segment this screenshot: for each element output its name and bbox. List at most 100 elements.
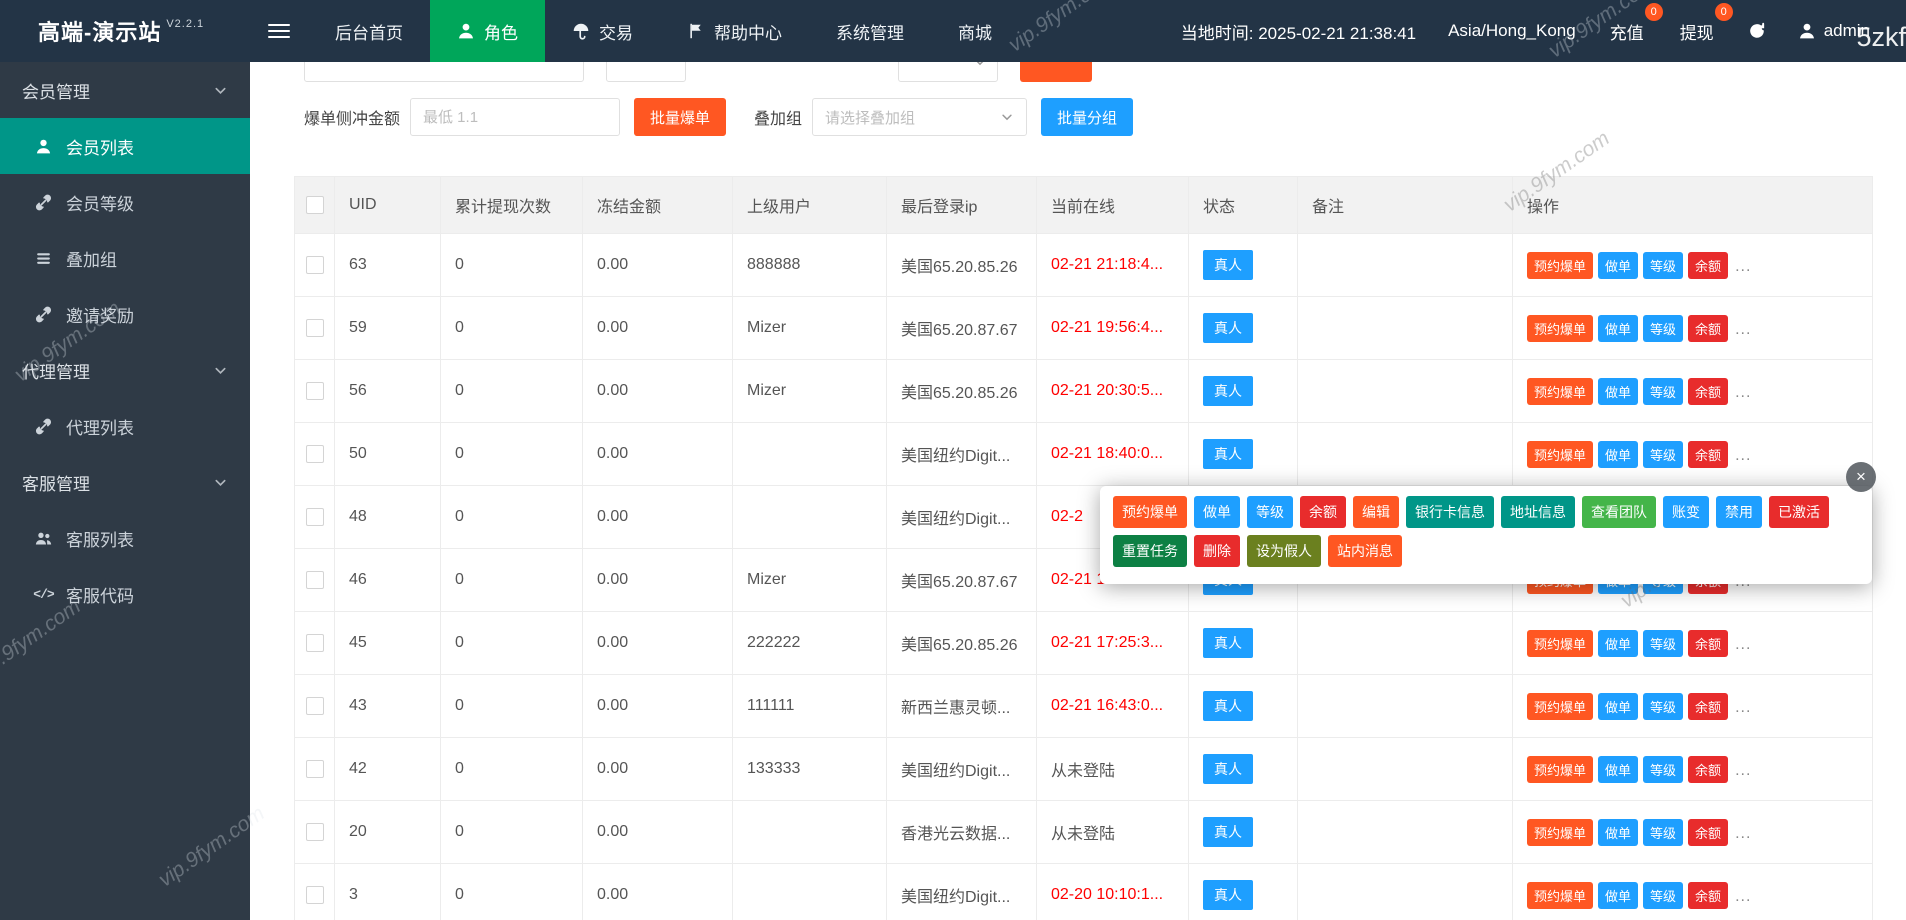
row-action-button[interactable]: 预约爆单	[1527, 693, 1593, 720]
row-action-button[interactable]: 预约爆单	[1527, 819, 1593, 846]
row-checkbox[interactable]	[306, 697, 324, 715]
top-filter-input-1[interactable]	[304, 62, 584, 82]
select-all-checkbox[interactable]	[306, 196, 324, 214]
row-action-button[interactable]: 余额	[1688, 882, 1728, 909]
row-action-button[interactable]: 预约爆单	[1527, 252, 1593, 279]
admin-menu[interactable]: admin	[1798, 21, 1870, 41]
row-action-button[interactable]: 预约爆单	[1527, 756, 1593, 783]
more-actions-ellipsis[interactable]: ...	[1735, 258, 1751, 275]
row-action-button[interactable]: 预约爆单	[1527, 882, 1593, 909]
popup-action-button[interactable]: 删除	[1194, 535, 1240, 567]
nav-item-mall[interactable]: 商城	[931, 0, 1019, 62]
sidebar-item-1-0[interactable]: 代理列表	[0, 398, 250, 454]
row-checkbox[interactable]	[306, 256, 324, 274]
row-action-button[interactable]: 等级	[1643, 819, 1683, 846]
row-checkbox[interactable]	[306, 886, 324, 904]
batch-group-button[interactable]: 批量分组	[1041, 98, 1133, 136]
popup-action-button[interactable]: 银行卡信息	[1406, 496, 1494, 528]
row-action-button[interactable]: 做单	[1598, 693, 1638, 720]
popup-action-button[interactable]: 已激活	[1769, 496, 1829, 528]
sidebar-item-0-1[interactable]: 会员等级	[0, 174, 250, 230]
row-action-button[interactable]: 预约爆单	[1527, 441, 1593, 468]
popup-action-button[interactable]: 等级	[1247, 496, 1293, 528]
more-actions-ellipsis[interactable]: ...	[1735, 384, 1751, 401]
row-action-button[interactable]: 等级	[1643, 882, 1683, 909]
row-action-button[interactable]: 等级	[1643, 315, 1683, 342]
row-action-button[interactable]: 做单	[1598, 630, 1638, 657]
popup-action-button[interactable]: 站内消息	[1328, 535, 1402, 567]
nav-item-system[interactable]: 系统管理	[809, 0, 931, 62]
row-checkbox[interactable]	[306, 445, 324, 463]
row-action-button[interactable]: 余额	[1688, 252, 1728, 279]
sidebar-item-2-1[interactable]: </>客服代码	[0, 566, 250, 622]
row-checkbox[interactable]	[306, 760, 324, 778]
nav-item-help[interactable]: 帮助中心	[660, 0, 809, 62]
sidebar-item-0-0[interactable]: 会员列表	[0, 118, 250, 174]
row-action-button[interactable]: 做单	[1598, 252, 1638, 279]
popup-action-button[interactable]: 预约爆单	[1113, 496, 1187, 528]
nav-item-trade[interactable]: 交易	[545, 0, 660, 62]
row-action-button[interactable]: 做单	[1598, 441, 1638, 468]
row-action-button[interactable]: 余额	[1688, 693, 1728, 720]
batch-burst-button[interactable]: 批量爆单	[634, 98, 726, 136]
top-filter-input-2[interactable]	[606, 62, 686, 82]
popup-action-button[interactable]: 余额	[1300, 496, 1346, 528]
row-checkbox[interactable]	[306, 571, 324, 589]
row-action-button[interactable]: 余额	[1688, 756, 1728, 783]
popup-action-button[interactable]: 地址信息	[1501, 496, 1575, 528]
nav-item-roles[interactable]: 角色	[430, 0, 545, 62]
row-action-button[interactable]: 预约爆单	[1527, 315, 1593, 342]
more-actions-ellipsis[interactable]: ...	[1735, 888, 1751, 905]
popup-action-button[interactable]: 做单	[1194, 496, 1240, 528]
row-action-button[interactable]: 做单	[1598, 378, 1638, 405]
row-action-button[interactable]: 余额	[1688, 441, 1728, 468]
row-action-button[interactable]: 余额	[1688, 819, 1728, 846]
refresh-icon[interactable]	[1748, 22, 1766, 40]
row-action-button[interactable]: 等级	[1643, 252, 1683, 279]
row-action-button[interactable]: 余额	[1688, 378, 1728, 405]
row-checkbox[interactable]	[306, 634, 324, 652]
popup-action-button[interactable]: 编辑	[1353, 496, 1399, 528]
more-actions-ellipsis[interactable]: ...	[1735, 321, 1751, 338]
top-filter-select[interactable]	[898, 62, 998, 82]
top-filter-button[interactable]	[1020, 62, 1092, 82]
sidebar-group-2[interactable]: 客服管理	[0, 454, 250, 510]
more-actions-ellipsis[interactable]: ...	[1735, 762, 1751, 779]
row-action-button[interactable]: 做单	[1598, 315, 1638, 342]
menu-toggle-icon[interactable]	[250, 0, 308, 62]
row-checkbox[interactable]	[306, 823, 324, 841]
withdraw-link[interactable]: 提现0	[1678, 15, 1716, 48]
popup-action-button[interactable]: 禁用	[1716, 496, 1762, 528]
row-action-button[interactable]: 余额	[1688, 630, 1728, 657]
row-action-button[interactable]: 等级	[1643, 693, 1683, 720]
sidebar-item-0-2[interactable]: 叠加组	[0, 230, 250, 286]
recharge-link[interactable]: 充值0	[1608, 15, 1646, 48]
row-action-button[interactable]: 做单	[1598, 882, 1638, 909]
popup-action-button[interactable]: 设为假人	[1247, 535, 1321, 567]
row-checkbox[interactable]	[306, 508, 324, 526]
more-actions-ellipsis[interactable]: ...	[1735, 699, 1751, 716]
sidebar-group-0[interactable]: 会员管理	[0, 62, 250, 118]
burst-amount-input[interactable]	[410, 98, 620, 136]
sidebar-item-0-3[interactable]: 邀请奖励	[0, 286, 250, 342]
row-action-button[interactable]: 预约爆单	[1527, 630, 1593, 657]
more-actions-ellipsis[interactable]: ...	[1735, 447, 1751, 464]
row-action-button[interactable]: 做单	[1598, 819, 1638, 846]
row-action-button[interactable]: 等级	[1643, 378, 1683, 405]
more-actions-ellipsis[interactable]: ...	[1735, 636, 1751, 653]
row-action-button[interactable]: 等级	[1643, 630, 1683, 657]
close-icon[interactable]: ×	[1846, 462, 1876, 492]
nav-item-home[interactable]: 后台首页	[308, 0, 430, 62]
row-action-button[interactable]: 等级	[1643, 756, 1683, 783]
sidebar-item-2-0[interactable]: 客服列表	[0, 510, 250, 566]
row-action-button[interactable]: 等级	[1643, 441, 1683, 468]
popup-action-button[interactable]: 查看团队	[1582, 496, 1656, 528]
more-actions-ellipsis[interactable]: ...	[1735, 825, 1751, 842]
row-checkbox[interactable]	[306, 382, 324, 400]
row-checkbox[interactable]	[306, 319, 324, 337]
row-action-button[interactable]: 余额	[1688, 315, 1728, 342]
stack-group-select[interactable]: 请选择叠加组	[812, 98, 1027, 136]
popup-action-button[interactable]: 重置任务	[1113, 535, 1187, 567]
sidebar-group-1[interactable]: 代理管理	[0, 342, 250, 398]
popup-action-button[interactable]: 账变	[1663, 496, 1709, 528]
